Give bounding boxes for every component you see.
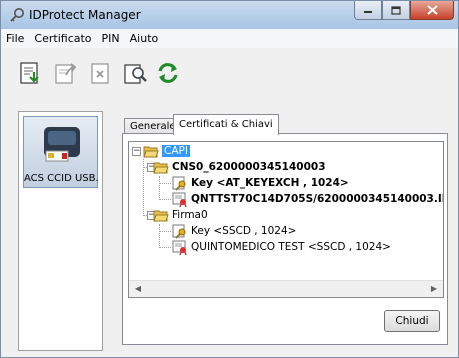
reader-list: ACS CCID USB... bbox=[18, 111, 103, 351]
delete-certificate-icon[interactable] bbox=[87, 60, 113, 86]
key-icon bbox=[172, 176, 186, 191]
folder-open-icon bbox=[153, 162, 169, 174]
tree-line bbox=[159, 224, 160, 248]
tree-node-container[interactable]: Firma0 bbox=[153, 207, 208, 223]
tree-line bbox=[159, 183, 171, 184]
card-reader-icon bbox=[44, 127, 80, 162]
scroll-right-icon[interactable]: ▶ bbox=[427, 283, 441, 295]
tab-generale[interactable]: Generale bbox=[124, 118, 176, 134]
key-icon bbox=[172, 224, 186, 239]
toolbar bbox=[1, 48, 458, 98]
close-window-button[interactable] bbox=[410, 1, 454, 20]
folder-open-icon bbox=[153, 210, 169, 222]
tree-label-root: CAPI bbox=[162, 145, 190, 157]
minimize-button[interactable] bbox=[354, 1, 382, 20]
tab-panel: − CAPI − CNS0_6200000345140003 Key <AT_K… bbox=[122, 133, 448, 345]
view-certificate-icon[interactable] bbox=[122, 60, 148, 86]
app-window: IDProtect Manager File Certificato PIN A… bbox=[0, 0, 459, 358]
menu-certificato[interactable]: Certificato bbox=[29, 29, 96, 48]
tree-node-key[interactable]: Key <AT_KEYEXCH , 1024> bbox=[172, 175, 349, 191]
tree-label-key: Key <AT_KEYEXCH , 1024> bbox=[191, 177, 349, 189]
close-button[interactable]: Chiudi bbox=[384, 310, 440, 332]
tree-line bbox=[159, 247, 171, 248]
tree-node-certificate[interactable]: QUINTOMEDICO TEST <SSCD , 1024> bbox=[172, 239, 391, 255]
tree-node-root[interactable]: CAPI bbox=[143, 143, 190, 159]
reader-label: ACS CCID USB... bbox=[24, 173, 99, 184]
horizontal-scrollbar[interactable]: ◀ ▶ bbox=[129, 280, 443, 297]
title-bar: IDProtect Manager bbox=[1, 1, 458, 29]
tree-label-container: CNS0_6200000345140003 bbox=[172, 161, 326, 173]
tree-node-certificate[interactable]: QNTTST70C14D705S/6200000345140003.IbM bbox=[172, 191, 444, 207]
app-key-icon bbox=[10, 8, 24, 22]
reader-item[interactable]: ACS CCID USB... bbox=[23, 116, 99, 188]
menu-bar: File Certificato PIN Aiuto bbox=[1, 29, 458, 48]
maximize-icon bbox=[391, 5, 401, 15]
tree-node-key[interactable]: Key <SSCD , 1024> bbox=[172, 223, 296, 239]
certificate-icon bbox=[172, 192, 187, 207]
refresh-icon[interactable] bbox=[155, 60, 181, 86]
tree-node-container[interactable]: CNS0_6200000345140003 bbox=[153, 159, 326, 175]
tree-label-certificate: QNTTST70C14D705S/6200000345140003.IbM bbox=[191, 193, 444, 205]
close-icon bbox=[426, 5, 438, 15]
menu-file[interactable]: File bbox=[1, 29, 29, 48]
collapse-toggle[interactable]: − bbox=[132, 147, 141, 156]
folder-open-icon bbox=[143, 146, 159, 158]
maximize-button[interactable] bbox=[382, 1, 410, 20]
menu-aiuto[interactable]: Aiuto bbox=[125, 29, 164, 48]
window-title: IDProtect Manager bbox=[29, 8, 141, 22]
minimize-icon bbox=[364, 11, 372, 13]
tree-line bbox=[159, 231, 171, 232]
tree-label-container: Firma0 bbox=[172, 209, 208, 221]
tree-label-certificate: QUINTOMEDICO TEST <SSCD , 1024> bbox=[191, 241, 391, 253]
import-certificate-icon[interactable] bbox=[17, 60, 43, 86]
scroll-left-icon[interactable]: ◀ bbox=[131, 283, 145, 295]
menu-pin[interactable]: PIN bbox=[97, 29, 125, 48]
tree-line bbox=[159, 199, 171, 200]
tree-line bbox=[159, 176, 160, 200]
export-certificate-icon[interactable] bbox=[52, 60, 78, 86]
window-controls bbox=[354, 1, 454, 21]
certificate-tree[interactable]: − CAPI − CNS0_6200000345140003 Key <AT_K… bbox=[128, 141, 444, 298]
tab-certificati-chiavi[interactable]: Certificati & Chiavi bbox=[173, 114, 279, 135]
certificate-icon bbox=[172, 240, 187, 255]
tree-label-key: Key <SSCD , 1024> bbox=[191, 225, 297, 237]
